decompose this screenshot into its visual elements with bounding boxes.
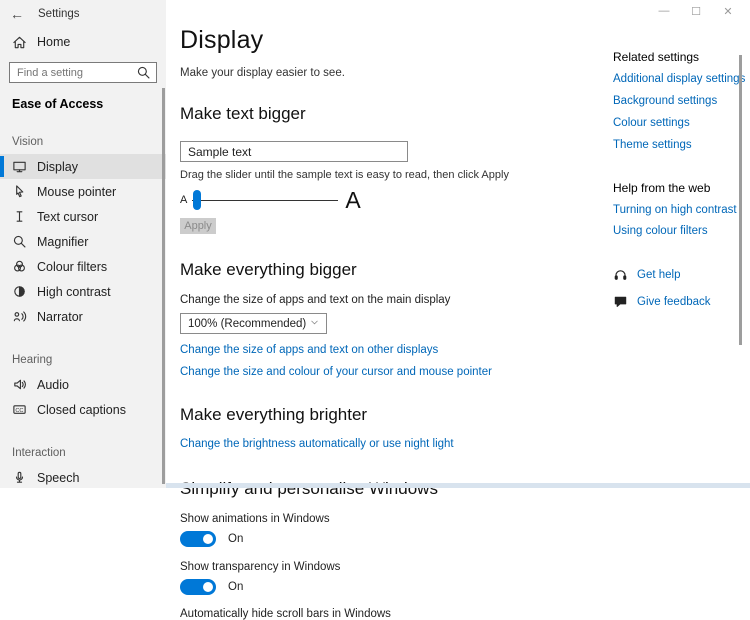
sidebar-item-label: Closed captions bbox=[37, 403, 126, 417]
link-other-displays[interactable]: Change the size of apps and text on othe… bbox=[180, 344, 600, 356]
page-title: Display bbox=[180, 26, 600, 55]
sidebar-item-mouse-pointer[interactable]: Mouse pointer bbox=[0, 179, 166, 204]
slider-handle[interactable] bbox=[193, 190, 201, 210]
search-box[interactable] bbox=[9, 62, 157, 83]
link-additional-display-settings[interactable]: Additional display settings bbox=[613, 73, 748, 85]
slider-track[interactable] bbox=[192, 200, 338, 201]
bottom-edge-strip bbox=[166, 483, 750, 488]
link-turning-on-high-contrast[interactable]: Turning on high contrast bbox=[613, 204, 748, 216]
sidebar-item-magnifier[interactable]: Magnifier bbox=[0, 229, 166, 254]
link-colour-settings[interactable]: Colour settings bbox=[613, 117, 748, 129]
audio-icon bbox=[12, 377, 27, 392]
search-icon[interactable] bbox=[136, 65, 151, 80]
give-feedback-row[interactable]: Give feedback bbox=[613, 294, 748, 309]
high-contrast-icon bbox=[12, 284, 27, 299]
toggle-label-transparency: Show transparency in Windows bbox=[180, 561, 600, 573]
toggle-label-animations: Show animations in Windows bbox=[180, 513, 600, 525]
animations-toggle-state: On bbox=[228, 533, 243, 545]
window-controls: — ☐ ✕ bbox=[648, 0, 744, 22]
scale-dropdown[interactable]: 100% (Recommended) bbox=[180, 313, 327, 334]
slider-hint: Drag the slider until the sample text is… bbox=[180, 169, 600, 181]
link-background-settings[interactable]: Background settings bbox=[613, 95, 748, 107]
section-label-hearing: Hearing bbox=[12, 354, 154, 366]
sidebar-item-text-cursor[interactable]: Text cursor bbox=[0, 204, 166, 229]
heading-make-everything-brighter: Make everything brighter bbox=[180, 405, 600, 425]
sidebar-item-narrator[interactable]: Narrator bbox=[0, 304, 166, 329]
apply-button[interactable]: Apply bbox=[180, 218, 216, 234]
animations-toggle[interactable] bbox=[180, 531, 216, 547]
colour-filters-icon bbox=[12, 259, 27, 274]
text-size-slider[interactable] bbox=[192, 187, 338, 213]
closed-captions-icon: CC bbox=[12, 402, 27, 417]
section-label-interaction: Interaction bbox=[12, 447, 154, 459]
link-theme-settings[interactable]: Theme settings bbox=[613, 139, 748, 151]
sidebar-item-display[interactable]: Display bbox=[0, 154, 166, 179]
slider-small-a-label: A bbox=[180, 194, 187, 206]
related-settings-column: Related settings Additional display sett… bbox=[613, 50, 748, 309]
sidebar: Home Ease of Access Vision Display Mouse… bbox=[0, 0, 166, 488]
transparency-toggle[interactable] bbox=[180, 579, 216, 595]
transparency-toggle-state: On bbox=[228, 581, 243, 593]
sidebar-item-label: Display bbox=[37, 160, 78, 174]
search-input[interactable] bbox=[17, 67, 136, 79]
mouse-pointer-icon bbox=[12, 184, 27, 199]
maximize-icon[interactable]: ☐ bbox=[680, 0, 712, 22]
sidebar-scrollbar[interactable] bbox=[162, 88, 165, 484]
sidebar-item-home[interactable]: Home bbox=[0, 30, 166, 54]
sidebar-item-speech[interactable]: Speech bbox=[0, 465, 166, 488]
slider-big-a-label: A bbox=[345, 187, 360, 214]
sidebar-item-high-contrast[interactable]: High contrast bbox=[0, 279, 166, 304]
toggle-label-hide-scrollbars: Automatically hide scroll bars in Window… bbox=[180, 608, 600, 620]
sidebar-item-closed-captions[interactable]: CC Closed captions bbox=[0, 397, 166, 422]
link-using-colour-filters[interactable]: Using colour filters bbox=[613, 225, 748, 237]
give-feedback-link[interactable]: Give feedback bbox=[637, 296, 711, 308]
sidebar-item-label: Magnifier bbox=[37, 235, 88, 249]
sidebar-item-label: Mouse pointer bbox=[37, 185, 116, 199]
text-cursor-icon bbox=[12, 209, 27, 224]
sidebar-item-colour-filters[interactable]: Colour filters bbox=[0, 254, 166, 279]
section-label-vision: Vision bbox=[12, 136, 154, 148]
sidebar-item-label: Colour filters bbox=[37, 260, 107, 274]
home-label: Home bbox=[37, 35, 70, 49]
close-icon[interactable]: ✕ bbox=[712, 0, 744, 22]
sidebar-item-audio[interactable]: Audio bbox=[0, 372, 166, 397]
main-content: Display Make your display easier to see.… bbox=[166, 0, 750, 488]
get-help-row[interactable]: Get help bbox=[613, 267, 748, 282]
speech-icon bbox=[12, 470, 27, 485]
page-subtitle: Make your display easier to see. bbox=[180, 67, 600, 79]
give-feedback-icon bbox=[613, 294, 628, 309]
related-settings-heading: Related settings bbox=[613, 50, 748, 64]
text-size-slider-row: A A bbox=[180, 187, 600, 213]
help-from-web-heading: Help from the web bbox=[613, 181, 748, 195]
home-icon bbox=[12, 35, 27, 50]
get-help-link[interactable]: Get help bbox=[637, 269, 680, 281]
svg-text:CC: CC bbox=[15, 408, 23, 414]
toggle-knob bbox=[203, 534, 213, 544]
chevron-down-icon bbox=[309, 317, 320, 330]
sample-text-field[interactable]: Sample text bbox=[180, 141, 408, 162]
link-cursor-pointer-size[interactable]: Change the size and colour of your curso… bbox=[180, 366, 600, 378]
display-icon bbox=[12, 159, 27, 174]
sidebar-item-label: Speech bbox=[37, 471, 79, 485]
window-title: Settings bbox=[38, 8, 80, 20]
link-brightness-night-light[interactable]: Change the brightness automatically or u… bbox=[180, 438, 600, 450]
scale-dropdown-value: 100% (Recommended) bbox=[188, 318, 306, 330]
sidebar-item-label: Text cursor bbox=[37, 210, 98, 224]
heading-make-text-bigger: Make text bigger bbox=[180, 104, 600, 124]
get-help-icon bbox=[613, 267, 628, 282]
sidebar-item-label: High contrast bbox=[37, 285, 111, 299]
heading-simplify-personalise: Simplify and personalise Windows bbox=[180, 479, 600, 499]
narrator-icon bbox=[12, 309, 27, 324]
scale-dropdown-label: Change the size of apps and text on the … bbox=[180, 294, 600, 306]
main-scrollbar[interactable] bbox=[739, 55, 742, 345]
magnifier-icon bbox=[12, 234, 27, 249]
toggle-knob bbox=[203, 582, 213, 592]
sidebar-item-label: Narrator bbox=[37, 310, 83, 324]
sidebar-item-label: Audio bbox=[37, 378, 69, 392]
back-arrow-icon[interactable]: ← bbox=[10, 6, 24, 22]
minimize-icon[interactable]: — bbox=[648, 0, 680, 22]
heading-make-everything-bigger: Make everything bigger bbox=[180, 260, 600, 280]
category-title: Ease of Access bbox=[12, 97, 154, 111]
